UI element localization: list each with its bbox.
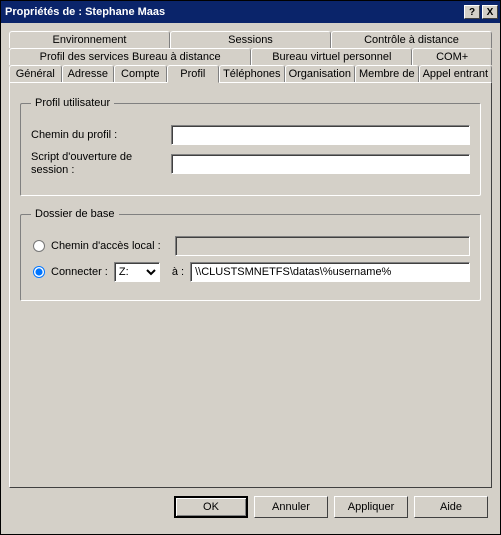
legend-profil-utilisateur: Profil utilisateur <box>31 97 114 109</box>
tabs-area: Environnement Sessions Contrôle à distan… <box>9 31 492 488</box>
legend-dossier-base: Dossier de base <box>31 208 119 220</box>
ok-button[interactable]: OK <box>174 496 248 518</box>
tab-strip: Environnement Sessions Contrôle à distan… <box>9 31 492 82</box>
radio-local-path[interactable] <box>33 240 45 252</box>
tab-controle-distance[interactable]: Contrôle à distance <box>331 31 492 48</box>
tab-compte[interactable]: Compte <box>114 65 167 82</box>
tab-telephones[interactable]: Téléphones <box>219 65 285 82</box>
input-unc-path[interactable] <box>190 262 470 282</box>
row-local-path: Chemin d'accès local : <box>31 236 470 256</box>
tab-com-plus[interactable]: COM+ <box>412 48 492 65</box>
row-connect: Connecter : Z: à : <box>31 262 470 282</box>
tab-environnement[interactable]: Environnement <box>9 31 170 48</box>
tab-adresse[interactable]: Adresse <box>62 65 115 82</box>
group-dossier-base: Dossier de base Chemin d'accès local : C… <box>20 208 481 301</box>
tab-bureau-virtuel[interactable]: Bureau virtuel personnel <box>251 48 412 65</box>
tab-row-2: Profil des services Bureau à distance Bu… <box>9 48 492 65</box>
tab-profil[interactable]: Profil <box>167 65 220 83</box>
row-logon-script: Script d'ouverture de session : <box>31 151 470 177</box>
input-local-path[interactable] <box>175 236 470 256</box>
radio-connect[interactable] <box>33 266 45 278</box>
tab-panel-profil: Profil utilisateur Chemin du profil : Sc… <box>9 82 492 488</box>
tab-appel-entrant[interactable]: Appel entrant <box>419 65 492 82</box>
window-title: Propriétés de : Stephane Maas <box>5 6 464 18</box>
apply-button[interactable]: Appliquer <box>334 496 408 518</box>
label-connect: Connecter : <box>51 266 108 278</box>
tab-sessions[interactable]: Sessions <box>170 31 331 48</box>
close-button[interactable]: X <box>482 5 498 19</box>
properties-dialog: Propriétés de : Stephane Maas ? X Enviro… <box>0 0 501 535</box>
titlebar: Propriétés de : Stephane Maas ? X <box>1 1 500 23</box>
tab-organisation[interactable]: Organisation <box>285 65 355 82</box>
input-logon-script[interactable] <box>171 154 470 174</box>
tab-membre-de[interactable]: Membre de <box>355 65 419 82</box>
row-profile-path: Chemin du profil : <box>31 125 470 145</box>
group-profil-utilisateur: Profil utilisateur Chemin du profil : Sc… <box>20 97 481 196</box>
label-to: à : <box>172 266 184 278</box>
dialog-body: Environnement Sessions Contrôle à distan… <box>1 23 500 534</box>
help-button[interactable]: ? <box>464 5 480 19</box>
input-profile-path[interactable] <box>171 125 470 145</box>
label-profile-path: Chemin du profil : <box>31 129 171 142</box>
select-drive-letter[interactable]: Z: <box>114 262 160 282</box>
label-logon-script: Script d'ouverture de session : <box>31 151 171 177</box>
tab-row-1: Environnement Sessions Contrôle à distan… <box>9 31 492 48</box>
label-local-path: Chemin d'accès local : <box>51 240 175 252</box>
tab-row-3: Général Adresse Compte Profil Téléphones… <box>9 65 492 82</box>
dialog-buttons: OK Annuler Appliquer Aide <box>9 488 492 526</box>
title-buttons: ? X <box>464 3 500 21</box>
help-button-bottom[interactable]: Aide <box>414 496 488 518</box>
tab-profil-services-bureau[interactable]: Profil des services Bureau à distance <box>9 48 251 65</box>
tab-general[interactable]: Général <box>9 65 62 82</box>
cancel-button[interactable]: Annuler <box>254 496 328 518</box>
